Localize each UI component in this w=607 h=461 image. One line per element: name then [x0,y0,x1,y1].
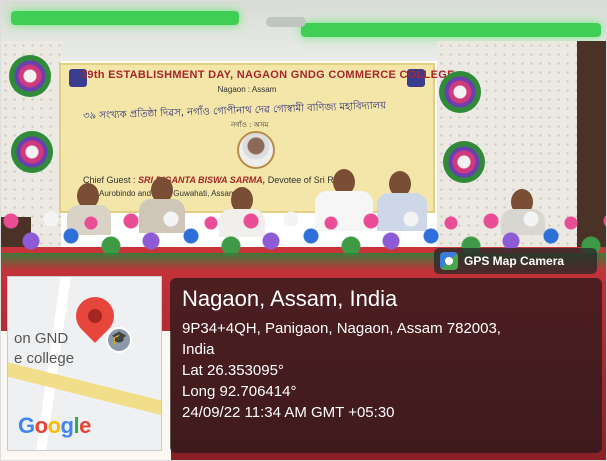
gps-camera-tag: GPS Map Camera [434,248,597,274]
ceiling-light-left [11,11,239,25]
ceiling-fan [266,17,306,27]
address-line-2: India [182,341,215,358]
location-info-box: Nagaon, Assam, India 9P34+4QH, Panigaon,… [170,278,602,453]
banner-assamese-place: নগাঁও : অসম [231,121,269,129]
flower-wreath [11,131,53,173]
location-place: Nagaon, Assam, India [182,286,398,311]
map-thumbnail: on GND e college Google [7,276,162,451]
flower-wreath [9,55,51,97]
gps-camera-app-icon [440,252,458,270]
map-label-line-1: on GND [14,330,69,347]
ceiling-light-right [301,23,601,37]
address-line-1: 9P34+4QH, Panigaon, Nagaon, Assam 782003… [182,320,501,337]
longitude: Long 92.706414° [182,383,297,400]
map-label-line-2: e college [14,350,75,367]
chief-guest-line: Chief Guest : SRI DIGANTA BISWA SARMA, D… [83,175,345,185]
date-time: 24/09/22 11:34 AM GMT +05:30 [182,404,395,421]
banner-subtitle: Nagaon : Assam [217,85,277,94]
portrait-photo [237,131,275,169]
flower-wreath [443,141,485,183]
banner-title: 39th ESTABLISHMENT DAY, NAGAON GNDG COMM… [81,69,455,81]
flower-wreath [439,71,481,113]
graduation-cap-icon [106,327,132,353]
google-logo: Google [18,413,91,438]
latitude: Lat 26.353095° [182,362,284,379]
gps-camera-label: GPS Map Camera [464,254,565,268]
map-place-label: on GND e college [14,329,74,369]
